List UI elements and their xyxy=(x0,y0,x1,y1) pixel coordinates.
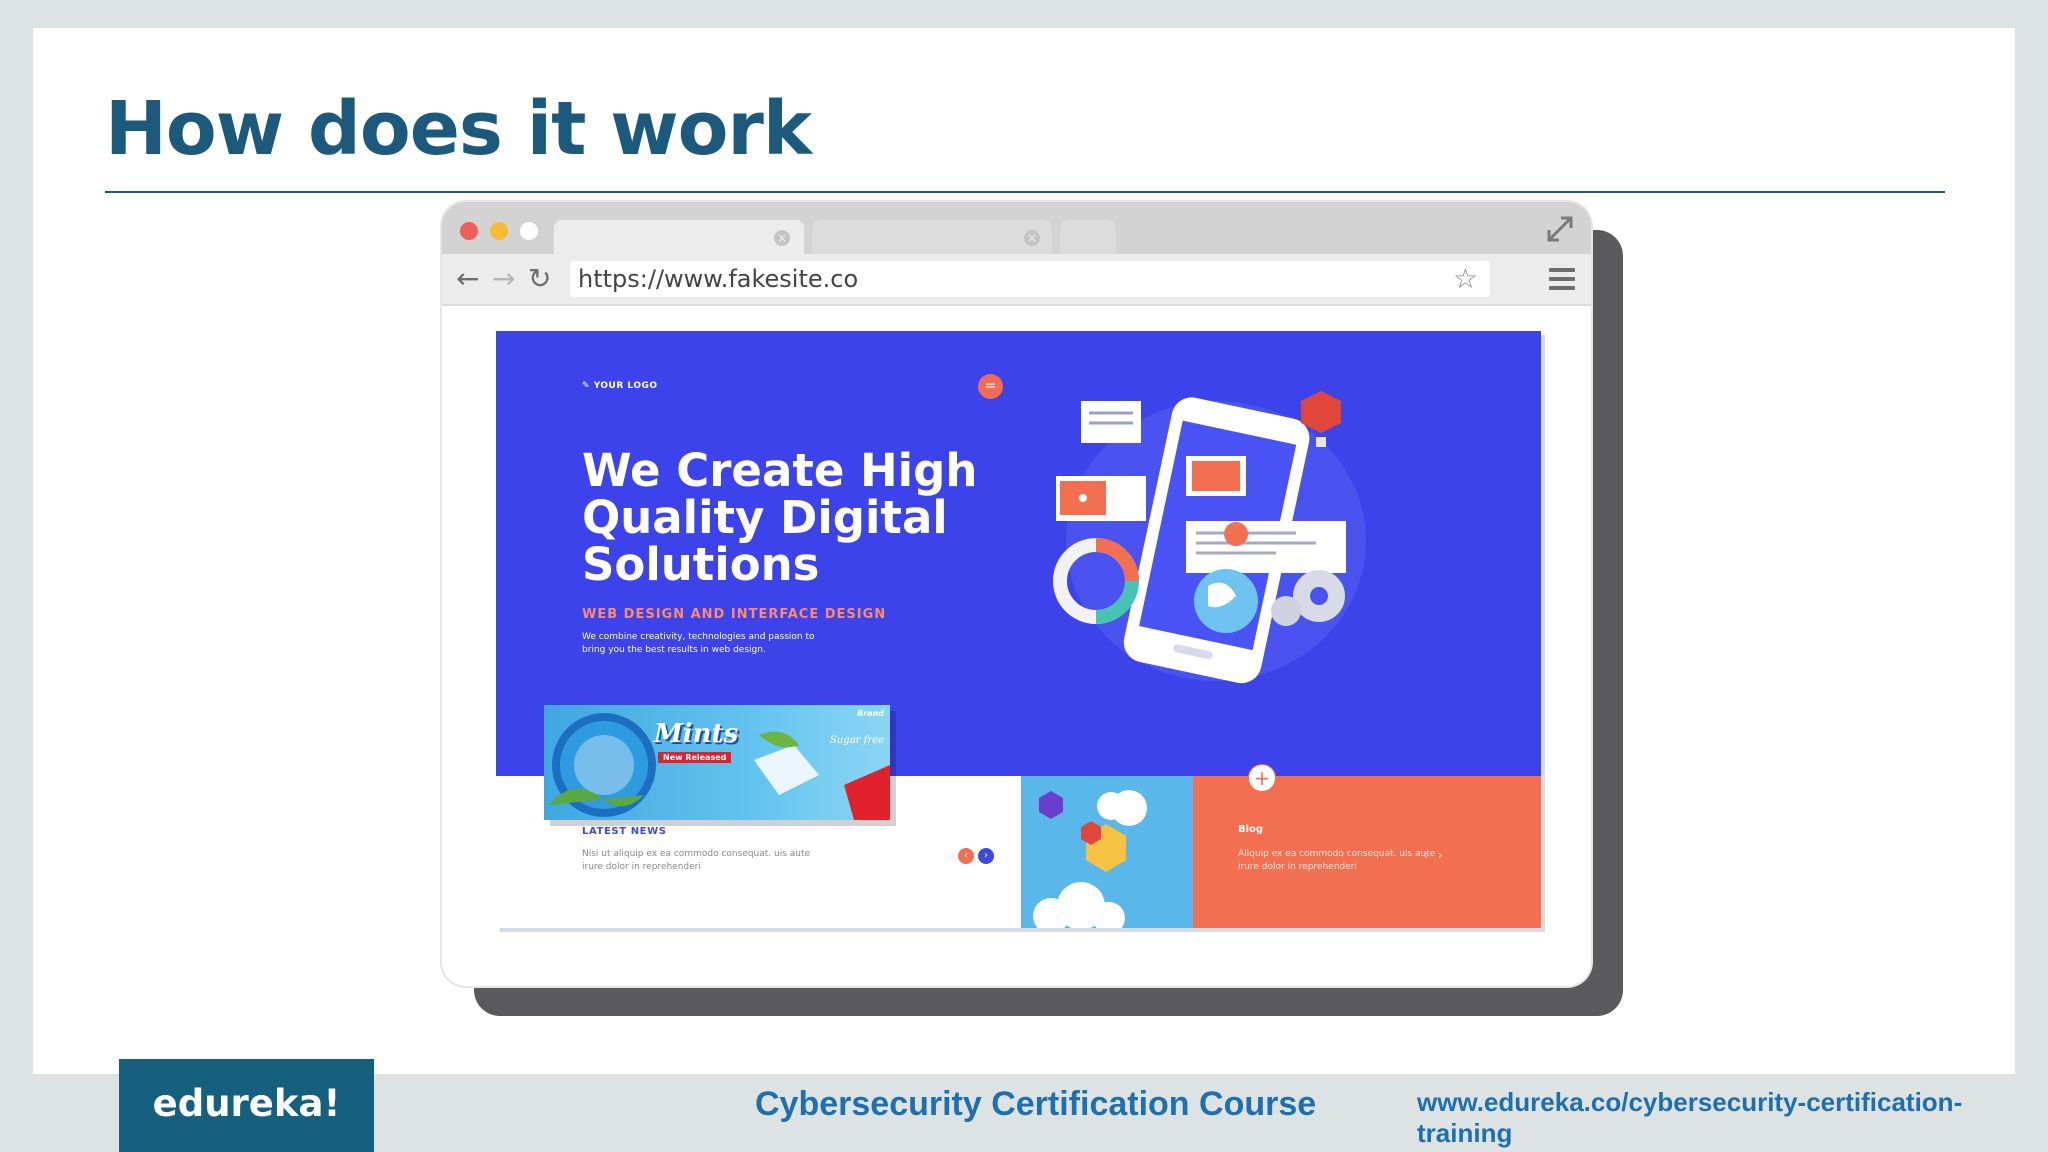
blog-nav-arrows[interactable]: ‹› xyxy=(1423,848,1453,862)
new-tab-button[interactable] xyxy=(1060,220,1116,256)
address-bar[interactable]: https://www.fakesite.co ☆ xyxy=(570,261,1490,297)
next-slide-button[interactable]: › xyxy=(978,848,994,864)
hero-title: We Create High Quality Digital Solutions xyxy=(582,444,978,591)
prev-slide-button[interactable]: ‹ xyxy=(958,848,974,864)
blog-title: Blog xyxy=(1238,824,1264,835)
website-preview: ✎ YOUR LOGO = We Create High Quality Dig… xyxy=(496,331,1541,928)
bookmark-star-icon[interactable]: ☆ xyxy=(1453,261,1478,297)
ad-brand: Brand xyxy=(857,709,884,718)
reload-icon[interactable]: ↻ xyxy=(528,262,551,296)
blog-text: Aliquip ex ea commodo consequat. uis aut… xyxy=(1238,849,1436,872)
blog-section: Blog Aliquip ex ea commodo consequat. ui… xyxy=(1193,776,1541,928)
add-plus-button[interactable]: + xyxy=(1248,764,1276,792)
footer-course-title: Cybersecurity Certification Course xyxy=(755,1085,1317,1123)
footer-url: www.edureka.co/cybersecurity-certificati… xyxy=(1417,1087,1963,1148)
slide-title: How does it work xyxy=(105,86,812,172)
minimize-window-dot[interactable] xyxy=(490,222,508,240)
browser-tab-active[interactable]: × xyxy=(554,220,804,256)
site-logo-text: YOUR LOGO xyxy=(593,381,658,391)
latest-news-title: LATEST NEWS xyxy=(582,826,667,837)
expand-icon[interactable] xyxy=(1545,214,1575,244)
browser-toolbar: ← → ↻ https://www.fakesite.co ☆ xyxy=(442,254,1591,306)
hero-description: We combine creativity, technologies and … xyxy=(582,632,815,655)
browser-tab[interactable]: × xyxy=(812,220,1052,256)
maximize-window-dot[interactable] xyxy=(520,222,538,240)
phone-illustration xyxy=(1053,391,1366,684)
title-divider xyxy=(105,191,1945,193)
site-logo[interactable]: ✎ YOUR LOGO xyxy=(582,381,658,391)
latest-news-text: Nisi ut aliquip ex ea commodo consequat.… xyxy=(582,849,811,872)
forward-arrow-icon[interactable]: → xyxy=(492,262,515,296)
mints-ad-banner[interactable]: Brand Mints New Released Sugar free xyxy=(544,705,890,820)
ad-badge: New Released xyxy=(658,752,732,763)
tab-close-icon[interactable]: × xyxy=(1024,230,1040,246)
hero-menu-icon[interactable]: = xyxy=(978,374,1003,399)
ad-product-name: Mints xyxy=(654,719,739,749)
hamburger-menu-icon[interactable] xyxy=(1549,268,1575,295)
url-text: https://www.fakesite.co xyxy=(578,265,859,293)
tab-close-icon[interactable]: × xyxy=(774,230,790,246)
hero-subtitle: WEB DESIGN AND INTERFACE DESIGN xyxy=(582,607,887,622)
edureka-logo: edureka! xyxy=(119,1059,374,1152)
back-arrow-icon[interactable]: ← xyxy=(456,262,479,296)
close-window-dot[interactable] xyxy=(460,222,478,240)
ad-tagline: Sugar free xyxy=(830,735,884,746)
browser-tab-bar: × × xyxy=(442,202,1591,256)
sky-illustration xyxy=(1021,776,1193,928)
balloons-clouds-illustration xyxy=(1033,790,1147,928)
